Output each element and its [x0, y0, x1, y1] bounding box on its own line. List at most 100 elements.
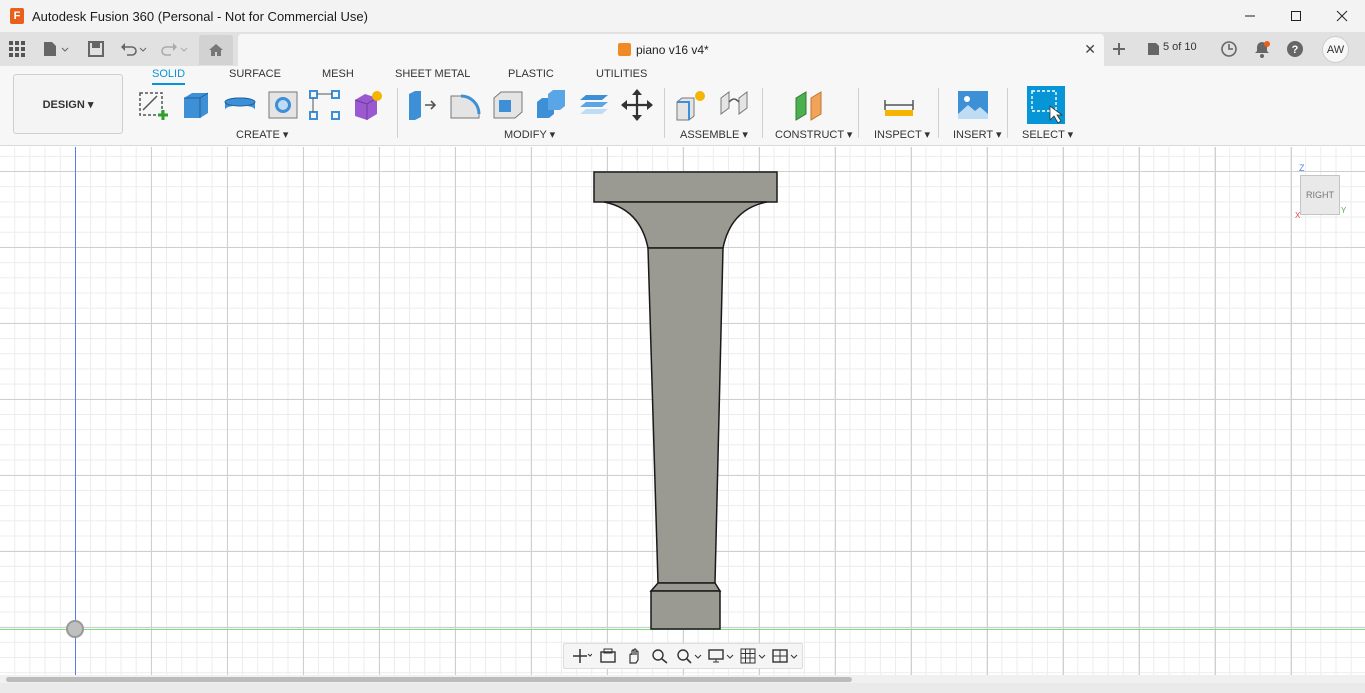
- leg-top-cap[interactable]: [593, 171, 778, 203]
- revolve-icon[interactable]: [223, 88, 257, 122]
- maximize-icon: [1291, 11, 1301, 21]
- undo-icon: [121, 43, 147, 56]
- app-grid-button[interactable]: [6, 38, 28, 60]
- home-tab[interactable]: [199, 35, 233, 65]
- save-icon: [88, 41, 104, 57]
- close-window-button[interactable]: [1319, 0, 1365, 32]
- fit-icon: [677, 649, 702, 664]
- tab-utilities[interactable]: UTILITIES: [596, 68, 647, 80]
- workspace-switcher[interactable]: DESIGN ▾: [13, 74, 123, 134]
- look-at-icon: [600, 648, 616, 663]
- grid-icon: [9, 41, 25, 57]
- leg-flare[interactable]: [603, 201, 768, 249]
- select-menu[interactable]: SELECT ▾: [1022, 128, 1073, 141]
- scrollbar-thumb[interactable]: [6, 677, 852, 682]
- insert-menu[interactable]: INSERT ▾: [953, 128, 1002, 141]
- job-status-icon: [1148, 43, 1159, 55]
- maximize-button[interactable]: [1273, 0, 1319, 32]
- separator: [397, 88, 398, 138]
- design-canvas[interactable]: Z RIGHT Y X: [0, 147, 1365, 677]
- home-icon: [209, 44, 223, 56]
- viewports-icon: [772, 649, 798, 663]
- create-menu[interactable]: CREATE ▾: [236, 128, 288, 141]
- separator: [938, 88, 939, 138]
- file-menu-button[interactable]: [40, 38, 72, 60]
- combine-icon[interactable]: [534, 88, 568, 122]
- piano-leg-body[interactable]: [590, 169, 782, 631]
- tab-surface[interactable]: SURFACE: [229, 68, 281, 80]
- window-controls: [1227, 0, 1365, 32]
- assemble-menu[interactable]: ASSEMBLE ▾: [680, 128, 748, 141]
- tab-solid[interactable]: SOLID: [152, 68, 186, 85]
- orbit-button[interactable]: [572, 647, 592, 665]
- display-settings-button[interactable]: [708, 647, 734, 665]
- tab-plastic[interactable]: PLASTIC: [508, 68, 554, 80]
- job-status-count: 5 of 10: [1163, 41, 1197, 53]
- zoom-button[interactable]: [650, 647, 670, 665]
- history-button[interactable]: [1218, 38, 1240, 60]
- viewcube[interactable]: RIGHT: [1300, 175, 1340, 215]
- tab-mesh[interactable]: MESH: [322, 68, 354, 80]
- navigation-bar: [563, 643, 803, 669]
- minimize-button[interactable]: [1227, 0, 1273, 32]
- fillet-icon[interactable]: [448, 88, 482, 122]
- leg-ankle[interactable]: [649, 582, 722, 592]
- new-tab-button[interactable]: [1108, 38, 1130, 60]
- clock-icon: [1221, 41, 1237, 57]
- leg-shaft[interactable]: [647, 247, 724, 584]
- viewports-button[interactable]: [772, 647, 798, 665]
- pattern-icon[interactable]: [308, 88, 342, 122]
- create-form-icon[interactable]: [351, 88, 385, 122]
- toolbar: DESIGN ▾ SOLID SURFACE MESH SHEET METAL …: [0, 66, 1365, 146]
- extrude-icon[interactable]: [180, 88, 214, 122]
- inspect-menu[interactable]: INSPECT ▾: [874, 128, 930, 141]
- create-sketch-icon[interactable]: [137, 88, 171, 122]
- user-avatar[interactable]: AW: [1322, 36, 1349, 63]
- modify-menu[interactable]: MODIFY ▾: [504, 128, 555, 141]
- tab-bar: piano v16 v4* ✕ 5 of 10 ? AW: [0, 32, 1365, 66]
- measure-icon[interactable]: [882, 88, 916, 122]
- bell-icon: [1255, 41, 1270, 58]
- construct-menu[interactable]: CONSTRUCT ▾: [775, 128, 852, 141]
- insert-image-icon[interactable]: [956, 88, 990, 122]
- offset-face-icon[interactable]: [577, 88, 611, 122]
- grid-settings-icon: [740, 648, 766, 664]
- viewcube-x-label: X: [1295, 211, 1301, 220]
- leg-foot[interactable]: [650, 590, 721, 630]
- select-tool-icon[interactable]: [1027, 86, 1065, 124]
- file-icon: [44, 42, 69, 56]
- window-title: Autodesk Fusion 360 (Personal - Not for …: [32, 8, 368, 24]
- orbit-icon: [573, 649, 592, 663]
- plus-icon: [1113, 43, 1125, 55]
- help-button[interactable]: ?: [1284, 38, 1306, 60]
- help-icon: ?: [1287, 41, 1303, 57]
- document-tab-title: piano v16 v4*: [636, 43, 709, 57]
- horizontal-scrollbar[interactable]: [0, 675, 1365, 683]
- move-icon[interactable]: [620, 88, 654, 122]
- document-tab[interactable]: piano v16 v4* ✕: [238, 34, 1104, 66]
- grid-settings-button[interactable]: [740, 647, 766, 665]
- fit-button[interactable]: [676, 647, 702, 665]
- save-button[interactable]: [85, 38, 107, 60]
- offset-plane-icon[interactable]: [793, 88, 827, 122]
- notifications-button[interactable]: [1251, 38, 1273, 60]
- close-tab-icon[interactable]: ✕: [1084, 41, 1096, 58]
- undo-button[interactable]: [118, 38, 150, 60]
- press-pull-icon[interactable]: [405, 88, 439, 122]
- job-status-button[interactable]: [1142, 38, 1164, 60]
- hand-icon: [629, 648, 639, 664]
- redo-button[interactable]: [158, 38, 190, 60]
- viewcube-y-label: Y: [1341, 206, 1347, 215]
- redo-icon: [161, 43, 188, 56]
- shell-icon[interactable]: [491, 88, 525, 122]
- origin-point-icon[interactable]: [66, 620, 84, 638]
- separator: [762, 88, 763, 138]
- tab-sheet-metal[interactable]: SHEET METAL: [395, 68, 470, 80]
- z-axis-line: [75, 147, 76, 677]
- joint-icon[interactable]: [717, 88, 751, 122]
- timeline-strip[interactable]: [0, 683, 1365, 693]
- pan-button[interactable]: [624, 647, 644, 665]
- look-at-button[interactable]: [598, 647, 618, 665]
- hole-icon[interactable]: [266, 88, 300, 122]
- new-component-icon[interactable]: [674, 88, 708, 122]
